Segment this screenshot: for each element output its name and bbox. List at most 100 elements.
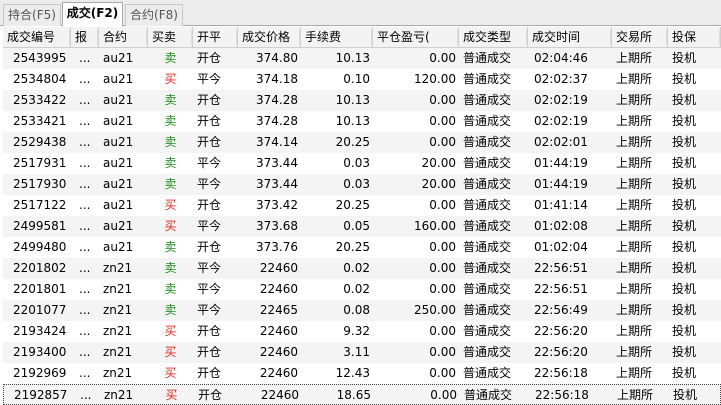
table-row[interactable]: 2499480... au21 卖 开仓 373.76 20.25 0.00 普通成交 01:0… <box>3 237 721 258</box>
trade-type-cell: 普通成交 <box>463 156 512 170</box>
column-header-exchange[interactable]: 交易所 <box>612 27 668 48</box>
tab-contracts[interactable]: 合约(F8) <box>125 4 183 26</box>
trades-table: 成交编号 报 合约 买卖 开平 成交价格 手续费 平仓盈亏( 成交类型 成交时间… <box>3 27 721 405</box>
direction-cell: 卖 <box>164 303 177 317</box>
trade-id-cell: 2533421 <box>13 114 67 128</box>
trade-type-cell: 普通成交 <box>463 261 512 275</box>
table-row[interactable]: 2529438... au21 卖 开仓 374.14 20.25 0.00 普通成交 02:0… <box>3 132 721 153</box>
trade-time-cell: 02:02:19 <box>534 93 588 107</box>
hedge-cell: 投机 <box>672 93 697 107</box>
trade-type-cell: 普通成交 <box>463 177 512 191</box>
trade-time-cell: 22:56:51 <box>534 282 588 296</box>
hedge-cell: 投机 <box>672 282 697 296</box>
fee-cell: 0.05 <box>343 219 370 233</box>
table-row[interactable]: 2533421... au21 卖 开仓 374.28 10.13 0.00 普通成交 02:0… <box>3 111 721 132</box>
column-header-open-close[interactable]: 开平 <box>193 27 238 48</box>
table-row[interactable]: 2192857... zn21 买 开仓 22460 18.65 0.00 普通成交 22:56… <box>3 384 721 405</box>
exchange-cell: 上期所 <box>616 219 653 233</box>
table-row[interactable]: 2534804... au21 买 平今 374.18 0.10 120.00 普通成交 02:… <box>3 69 721 90</box>
table-row[interactable]: 2533422... au21 卖 开仓 374.28 10.13 0.00 普通成交 02:0… <box>3 90 721 111</box>
order-cell: ... <box>79 345 91 359</box>
open-close-cell: 开仓 <box>197 135 222 149</box>
direction-cell: 买 <box>164 345 177 359</box>
contract-cell: au21 <box>103 114 134 128</box>
direction-cell: 卖 <box>164 135 177 149</box>
price-cell: 373.42 <box>256 198 298 212</box>
contract-cell: zn21 <box>103 345 133 359</box>
exchange-cell: 上期所 <box>616 324 653 338</box>
fee-cell: 0.10 <box>343 72 370 86</box>
contract-cell: zn21 <box>103 282 133 296</box>
table-row[interactable]: 2201801... zn21 卖 平今 22460 0.02 0.00 普通成交 22:56:… <box>3 279 721 300</box>
table-row[interactable]: 2193400... zn21 买 开仓 22460 3.11 0.00 普通成交 22:56:… <box>3 342 721 363</box>
order-cell: ... <box>80 388 92 402</box>
column-header-trade-time[interactable]: 成交时间 <box>528 27 612 48</box>
column-header-price[interactable]: 成交价格 <box>238 27 301 48</box>
price-cell: 22465 <box>259 303 298 317</box>
trade-time-cell: 02:04:46 <box>534 51 588 65</box>
hedge-cell: 投机 <box>672 51 697 65</box>
trade-id-cell: 2543995 <box>13 51 67 65</box>
trade-time-cell: 01:44:19 <box>534 156 588 170</box>
order-cell: ... <box>79 198 91 212</box>
order-cell: ... <box>79 156 91 170</box>
price-cell: 22460 <box>259 261 298 275</box>
trade-type-cell: 普通成交 <box>463 93 512 107</box>
close-pnl-cell: 0.00 <box>429 366 456 380</box>
hedge-cell: 投机 <box>672 240 697 254</box>
hedge-cell: 投机 <box>672 303 697 317</box>
trade-time-cell: 02:02:01 <box>534 135 588 149</box>
tab-trades[interactable]: 成交(F2) <box>62 2 123 27</box>
column-header-hedge[interactable]: 投保 <box>668 27 721 48</box>
direction-cell: 卖 <box>164 114 177 128</box>
table-row[interactable]: 2517931... au21 卖 平今 373.44 0.03 20.00 普通成交 01:4… <box>3 153 721 174</box>
column-header-trade-id[interactable]: 成交编号 <box>3 27 71 48</box>
contract-cell: au21 <box>103 93 134 107</box>
close-pnl-cell: 0.00 <box>429 135 456 149</box>
price-cell: 373.68 <box>256 219 298 233</box>
column-header-order[interactable]: 报 <box>71 27 99 48</box>
column-header-fee[interactable]: 手续费 <box>301 27 373 48</box>
close-pnl-cell: 0.00 <box>429 345 456 359</box>
tab-positions[interactable]: 持合(F5) <box>3 4 61 26</box>
column-header-trade-type[interactable]: 成交类型 <box>459 27 528 48</box>
price-cell: 22460 <box>259 282 298 296</box>
table-row[interactable]: 2499581... au21 买 平今 373.68 0.05 160.00 普通成交 01:… <box>3 216 721 237</box>
table-row[interactable]: 2201802... zn21 卖 平今 22460 0.02 0.00 普通成交 22:56:… <box>3 258 721 279</box>
table-row[interactable]: 2201077... zn21 卖 平今 22465 0.08 250.00 普通成交 22:5… <box>3 300 721 321</box>
close-pnl-cell: 0.00 <box>429 198 456 212</box>
trade-type-cell: 普通成交 <box>463 114 512 128</box>
exchange-cell: 上期所 <box>616 366 653 380</box>
table-row[interactable]: 2517930... au21 卖 平今 373.44 0.03 20.00 普通成交 01:4… <box>3 174 721 195</box>
order-cell: ... <box>79 303 91 317</box>
exchange-cell: 上期所 <box>616 282 653 296</box>
exchange-cell: 上期所 <box>617 388 654 402</box>
direction-cell: 卖 <box>164 261 177 275</box>
trade-id-cell: 2499581 <box>13 219 67 233</box>
table-row[interactable]: 2192969... zn21 买 开仓 22460 12.43 0.00 普通成交 22:56… <box>3 363 721 384</box>
open-close-cell: 平今 <box>197 303 222 317</box>
table-row[interactable]: 2193424... zn21 买 开仓 22460 9.32 0.00 普通成交 22:56:… <box>3 321 721 342</box>
close-pnl-cell: 0.00 <box>429 282 456 296</box>
contract-cell: au21 <box>103 219 134 233</box>
open-close-cell: 开仓 <box>198 388 223 402</box>
fee-cell: 20.25 <box>335 240 370 254</box>
table-row[interactable]: 2517122... au21 买 开仓 373.42 20.25 0.00 普通成交 01:4… <box>3 195 721 216</box>
trade-id-cell: 2193424 <box>13 324 67 338</box>
trade-id-cell: 2499480 <box>13 240 67 254</box>
price-cell: 22460 <box>260 388 299 402</box>
price-cell: 22460 <box>259 345 298 359</box>
column-header-contract[interactable]: 合约 <box>99 27 148 48</box>
open-close-cell: 开仓 <box>197 114 222 128</box>
contract-cell: au21 <box>103 198 134 212</box>
exchange-cell: 上期所 <box>616 177 653 191</box>
column-header-direction[interactable]: 买卖 <box>148 27 193 48</box>
contract-cell: au21 <box>103 72 134 86</box>
column-header-close-pnl[interactable]: 平仓盈亏( <box>373 27 459 48</box>
tab-bar: 持合(F5) 成交(F2) 合约(F8) <box>0 0 721 27</box>
price-cell: 22460 <box>259 324 298 338</box>
price-cell: 22460 <box>259 366 298 380</box>
close-pnl-cell: 250.00 <box>414 303 456 317</box>
table-row[interactable]: 2543995... au21 卖 开仓 374.80 10.13 0.00 普通成交 02:0… <box>3 48 721 69</box>
direction-cell: 买 <box>164 198 177 212</box>
